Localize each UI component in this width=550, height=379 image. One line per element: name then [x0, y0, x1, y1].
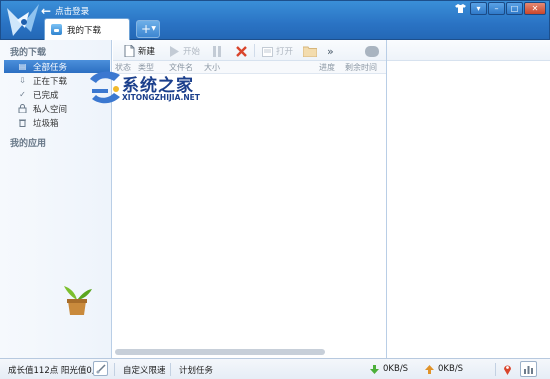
- watermark-logo-icon: [90, 71, 120, 104]
- new-task-button[interactable]: 新建: [123, 44, 155, 58]
- custom-speed-limit-button[interactable]: 自定义限速: [123, 364, 166, 376]
- login-link[interactable]: ← 点击登录: [41, 4, 89, 18]
- plant-pot-icon[interactable]: [60, 282, 94, 316]
- detail-panel: [386, 40, 550, 358]
- new-task-label: 新建: [138, 47, 156, 57]
- menu-icon[interactable]: ▾: [470, 2, 487, 15]
- close-icon[interactable]: ✕: [524, 2, 546, 15]
- toggle-icon: [365, 45, 379, 57]
- sidebar-item-label: 已完成: [33, 90, 59, 101]
- tab-my-downloads[interactable]: 我的下载: [44, 18, 130, 40]
- folder-button[interactable]: [303, 44, 320, 58]
- start-label: 开始: [183, 47, 201, 57]
- pause-icon: [211, 45, 223, 57]
- upload-speed: 0KB/S: [425, 364, 463, 374]
- sidebar-item-label: 垃圾箱: [33, 118, 59, 129]
- plus-icon: +: [141, 22, 152, 36]
- view-toggle-button[interactable]: [365, 44, 382, 58]
- watermark-url: XITONGZHIJIA.NET: [122, 93, 200, 102]
- horizontal-scrollbar[interactable]: [115, 349, 325, 355]
- section-my-downloads: 我的下载: [10, 48, 47, 58]
- toolbar-divider: [254, 44, 255, 57]
- start-button[interactable]: 开始: [168, 44, 200, 58]
- list-icon: ▤: [18, 62, 27, 71]
- task-list[interactable]: [113, 74, 386, 358]
- trash-icon: [18, 118, 27, 127]
- status-divider: [495, 363, 496, 376]
- open-label: 打开: [276, 47, 294, 57]
- play-icon: [168, 45, 180, 57]
- folder-icon: [303, 45, 317, 57]
- shirt-icon[interactable]: [452, 2, 469, 15]
- upload-speed-arrow-icon: [425, 364, 434, 374]
- chevron-down-icon[interactable]: ▼: [151, 25, 156, 32]
- scheduled-tasks-button[interactable]: 计划任务: [179, 364, 213, 376]
- upload-speed-value: 0KB/S: [438, 364, 464, 374]
- delete-button[interactable]: [235, 44, 250, 58]
- pause-button[interactable]: [211, 44, 226, 58]
- toolbar: 新建 开始 打开 »: [113, 40, 386, 61]
- download-speed-value: 0KB/S: [383, 364, 409, 374]
- bar-chart-icon: [520, 361, 537, 377]
- minimize-icon[interactable]: –: [488, 2, 505, 15]
- login-label: 点击登录: [55, 7, 90, 17]
- download-tab-icon: [51, 24, 62, 35]
- add-tab-button[interactable]: + ▼: [136, 20, 160, 38]
- download-speed-arrow-icon: [370, 364, 379, 374]
- sidebar-item-trash[interactable]: 垃圾箱: [4, 116, 110, 129]
- open-button[interactable]: 打开: [261, 44, 293, 58]
- delete-x-icon: [235, 45, 247, 57]
- chart-button[interactable]: [520, 361, 537, 377]
- skin-button[interactable]: [93, 361, 108, 376]
- column-progress[interactable]: 进度: [319, 62, 335, 73]
- sidebar-item-label: 私人空间: [33, 104, 68, 115]
- download-speed: 0KB/S: [370, 364, 408, 374]
- section-my-apps: 我的应用: [10, 139, 47, 149]
- sidebar-item-label: 正在下载: [33, 76, 68, 87]
- growth-sunshine-value[interactable]: 成长值112点 阳光值0点: [8, 364, 100, 376]
- status-divider: [114, 363, 115, 376]
- download-arrow-icon: ⇩: [19, 76, 26, 85]
- maximize-icon[interactable]: □: [506, 2, 523, 15]
- location-pin-icon: [504, 365, 511, 375]
- detail-panel-header: [387, 40, 550, 61]
- lock-icon: [18, 104, 27, 114]
- window-controls: ▾ – □ ✕: [452, 2, 546, 15]
- open-file-icon: [261, 45, 273, 57]
- back-arrow-icon: ←: [41, 4, 52, 18]
- column-remaining-time[interactable]: 剩余时间: [345, 62, 377, 73]
- new-file-icon: [123, 45, 135, 57]
- sidebar-item-label: 全部任务: [33, 62, 68, 73]
- status-divider: [170, 363, 171, 376]
- check-icon: ✓: [19, 90, 26, 99]
- more-button[interactable]: »: [327, 44, 334, 58]
- skin-icon: [93, 361, 108, 376]
- location-button[interactable]: [503, 363, 512, 375]
- xunlei-bird-logo: [7, 4, 39, 36]
- watermark: 系统之家 XITONGZHIJIA.NET: [88, 67, 258, 107]
- status-bar: 成长值112点 阳光值0点 自定义限速 计划任务 0KB/S 0KB/S: [0, 358, 550, 379]
- tab-label: 我的下载: [67, 25, 102, 36]
